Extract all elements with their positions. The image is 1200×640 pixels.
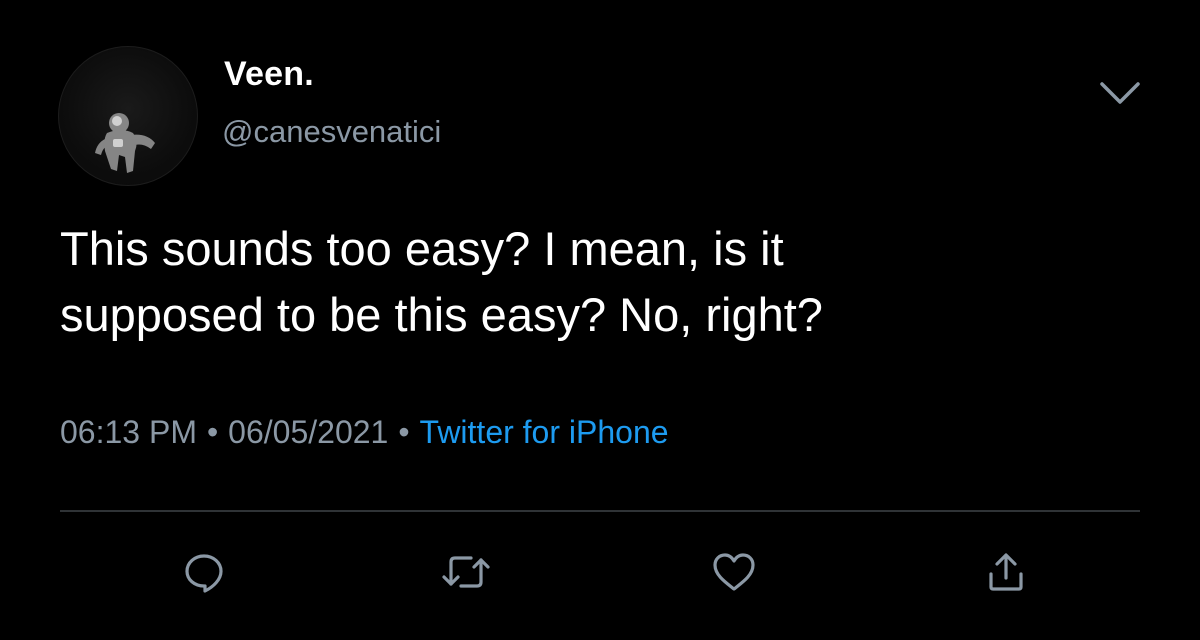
- chevron-down-icon[interactable]: [1098, 78, 1142, 108]
- share-button[interactable]: [980, 546, 1032, 598]
- tweet-source-link[interactable]: Twitter for iPhone: [420, 414, 669, 450]
- reply-icon: [185, 554, 223, 593]
- retweet-icon: [442, 556, 490, 588]
- astronaut-icon: [95, 113, 155, 173]
- tweet-text: This sounds too easy? I mean, is it supp…: [60, 216, 1140, 348]
- reply-button[interactable]: [178, 546, 230, 598]
- tweet-date[interactable]: 06/05/2021: [228, 414, 388, 450]
- tweet-text-line: supposed to be this easy? No, right?: [60, 288, 823, 341]
- tweet-text-line: This sounds too easy? I mean, is it: [60, 222, 784, 275]
- share-icon: [989, 553, 1023, 591]
- avatar[interactable]: [58, 46, 198, 186]
- tweet-time[interactable]: 06:13 PM: [60, 414, 197, 450]
- tweet-card: Veen. @canesvenatici This sounds too eas…: [0, 0, 1200, 640]
- divider: [60, 510, 1140, 512]
- like-button[interactable]: [708, 546, 760, 598]
- retweet-button[interactable]: [440, 546, 492, 598]
- separator-dot: •: [398, 414, 410, 450]
- separator-dot: •: [206, 414, 219, 450]
- display-name[interactable]: Veen.: [224, 55, 314, 94]
- user-handle[interactable]: @canesvenatici: [222, 114, 441, 150]
- like-icon: [713, 553, 755, 591]
- tweet-metadata: 06:13 PM • 06/05/2021 • Twitter for iPhone: [60, 414, 669, 451]
